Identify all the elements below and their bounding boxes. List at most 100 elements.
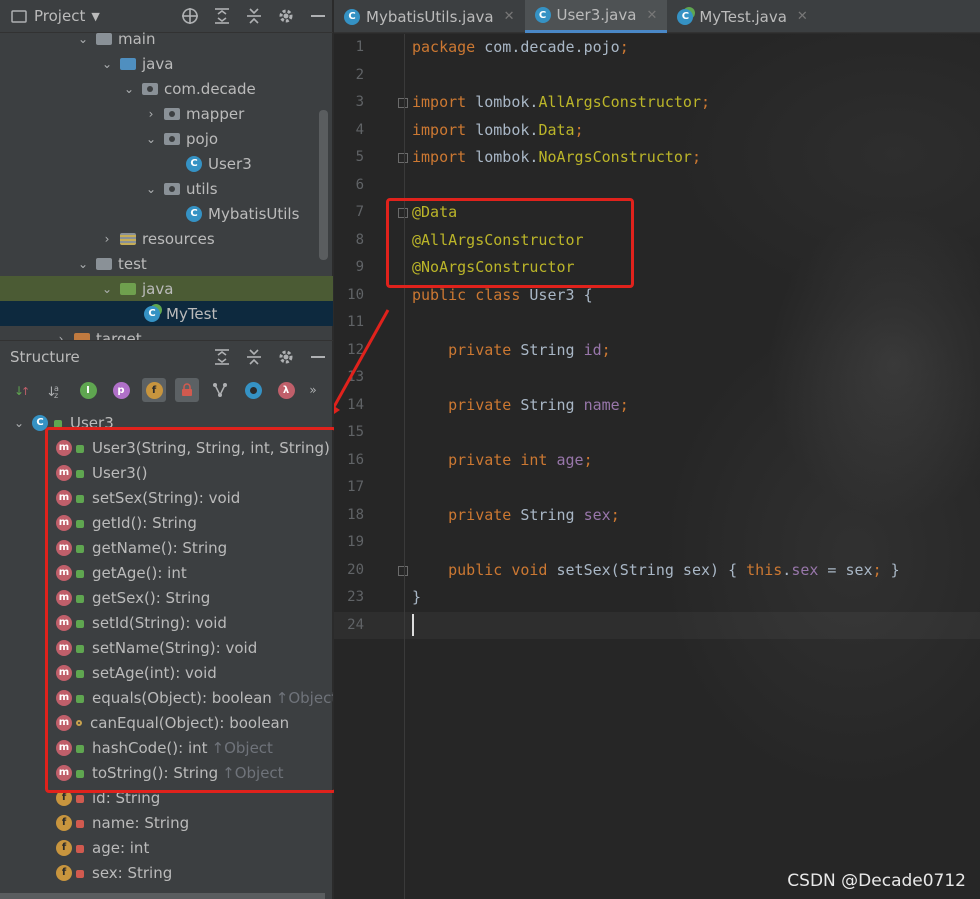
method-item[interactable]: m getId(): String	[56, 510, 197, 535]
line-number: 16	[347, 452, 364, 468]
show-anonymous-icon[interactable]	[241, 378, 265, 402]
structure-horizontal-scrollbar[interactable]	[0, 893, 325, 899]
close-icon[interactable]: ✕	[504, 9, 515, 24]
field-item[interactable]: f name: String	[56, 810, 189, 835]
collapse-all-icon[interactable]	[245, 7, 263, 25]
show-fields-icon[interactable]: f	[142, 378, 166, 402]
sort-by-visibility-icon[interactable]: ↓ ↑	[10, 378, 34, 402]
show-non-public-icon[interactable]	[175, 378, 199, 402]
watermark: CSDN @Decade0712	[787, 871, 966, 891]
tree-item-resources[interactable]: › resources	[0, 226, 333, 251]
gear-icon[interactable]	[277, 7, 295, 25]
chevron-down-icon[interactable]: ⌄	[12, 416, 26, 430]
tree-item-mytest[interactable]: C MyTest	[0, 301, 333, 326]
show-lambdas-icon[interactable]: λ	[274, 378, 298, 402]
chevron-down-icon[interactable]: ⌄	[122, 82, 136, 96]
expand-all-icon[interactable]	[213, 7, 231, 25]
minimize-icon[interactable]	[309, 348, 327, 366]
show-hierarchy-icon[interactable]	[208, 378, 232, 402]
chevron-down-icon[interactable]: ⌄	[76, 32, 90, 46]
structure-tree: ⌄ C User3 m User3(String, String, int, S…	[0, 408, 333, 899]
tree-item-test-java[interactable]: ⌄ java	[0, 276, 333, 301]
method-item[interactable]: m setName(String): void	[56, 635, 257, 660]
fold-toggle-icon[interactable]	[398, 98, 408, 108]
method-item[interactable]: m getName(): String	[56, 535, 227, 560]
tree-item-main[interactable]: ⌄ main	[0, 26, 333, 51]
chevron-right-icon[interactable]: ›	[144, 107, 158, 121]
project-scrollbar[interactable]	[319, 110, 328, 260]
locate-file-icon[interactable]	[181, 7, 199, 25]
test-class-icon: C	[677, 8, 694, 25]
fold-toggle-icon[interactable]	[398, 566, 408, 576]
line-number: 15	[347, 424, 364, 440]
field-item[interactable]: f id: String	[56, 785, 160, 810]
tree-item-test[interactable]: ⌄ test	[0, 251, 333, 276]
close-icon[interactable]: ✕	[646, 8, 657, 23]
method-item[interactable]: m User3()	[56, 460, 147, 485]
line-number: 1	[355, 39, 364, 55]
field-icon: f	[56, 789, 72, 806]
private-visibility-icon	[76, 820, 84, 828]
chevron-down-icon[interactable]: ⌄	[76, 257, 90, 271]
tree-item-com-decade[interactable]: ⌄ com.decade	[0, 76, 333, 101]
tree-item-pojo[interactable]: ⌄ pojo	[0, 126, 333, 151]
show-inherited-icon[interactable]: I	[76, 378, 100, 402]
line-number: 24	[347, 617, 364, 633]
more-options-icon[interactable]: »	[307, 378, 319, 402]
chevron-down-icon[interactable]: ⌄	[144, 182, 158, 196]
fold-toggle-icon[interactable]	[398, 153, 408, 163]
tab-mybatisutils[interactable]: C MybatisUtils.java ✕	[334, 0, 525, 33]
collapse-all-icon[interactable]	[245, 348, 263, 366]
field-item[interactable]: f sex: String	[56, 860, 172, 885]
tree-item-target[interactable]: › target	[0, 326, 333, 340]
left-tool-window: Project ▼ ⌄ main ⌄ java ⌄ com.decade › m…	[0, 0, 333, 899]
tree-item-label: java	[142, 54, 174, 73]
public-visibility-icon	[54, 420, 62, 428]
gear-icon[interactable]	[277, 348, 295, 366]
code-editor[interactable]: 1 2 3 4 5 6 7 8 9 10 11 12 13 14 15 16 1…	[334, 34, 980, 899]
tree-item-user3[interactable]: C User3	[0, 151, 333, 176]
line-number: 5	[355, 149, 364, 165]
tree-item-java[interactable]: ⌄ java	[0, 51, 333, 76]
package-icon	[164, 181, 180, 197]
structure-root-user3[interactable]: ⌄ C User3	[0, 410, 333, 435]
method-item[interactable]: m canEqual(Object): boolean	[56, 710, 289, 735]
method-icon: m	[56, 764, 72, 781]
method-item[interactable]: m setId(String): void	[56, 610, 227, 635]
tree-item-label: main	[118, 29, 156, 48]
method-icon: m	[56, 439, 72, 456]
field-item[interactable]: f age: int	[56, 835, 149, 860]
chevron-down-icon[interactable]: ⌄	[100, 282, 114, 296]
fold-toggle-icon[interactable]	[398, 208, 408, 218]
chevron-right-icon[interactable]: ›	[100, 232, 114, 246]
close-icon[interactable]: ✕	[797, 9, 808, 24]
tab-mytest[interactable]: C MyTest.java ✕	[667, 0, 817, 33]
method-item[interactable]: m getAge(): int	[56, 560, 187, 585]
test-source-folder-icon	[120, 281, 136, 297]
minimize-icon[interactable]	[309, 7, 327, 25]
tree-item-utils[interactable]: ⌄ utils	[0, 176, 333, 201]
gutter-separator	[404, 34, 405, 899]
method-item[interactable]: m equals(Object): boolean ↑Object	[56, 685, 333, 710]
project-view-selector[interactable]: Project ▼	[10, 7, 100, 25]
method-item[interactable]: m User3(String, String, int, String)	[56, 435, 330, 460]
tree-item-mapper[interactable]: › mapper	[0, 101, 333, 126]
line-number: 20	[347, 562, 364, 578]
structure-panel-header: Structure	[0, 340, 333, 373]
code-line: import lombok.AllArgsConstructor;	[412, 93, 711, 111]
chevron-down-icon[interactable]: ⌄	[144, 132, 158, 146]
method-item[interactable]: m toString(): String ↑Object	[56, 760, 284, 785]
tab-user3[interactable]: C User3.java ✕	[524, 0, 668, 33]
method-item[interactable]: m setAge(int): void	[56, 660, 217, 685]
tree-item-mybatisutils[interactable]: C MybatisUtils	[0, 201, 333, 226]
show-properties-icon[interactable]: p	[109, 378, 133, 402]
sort-alphabetically-icon[interactable]: ↓ a z	[43, 378, 67, 402]
expand-all-icon[interactable]	[213, 348, 231, 366]
chevron-right-icon[interactable]: ›	[54, 332, 68, 341]
chevron-down-icon[interactable]: ⌄	[100, 57, 114, 71]
method-item[interactable]: m getSex(): String	[56, 585, 210, 610]
code-line: import lombok.Data;	[412, 121, 584, 139]
current-line-highlight	[334, 612, 980, 639]
method-item[interactable]: m hashCode(): int ↑Object	[56, 735, 273, 760]
method-item[interactable]: m setSex(String): void	[56, 485, 240, 510]
